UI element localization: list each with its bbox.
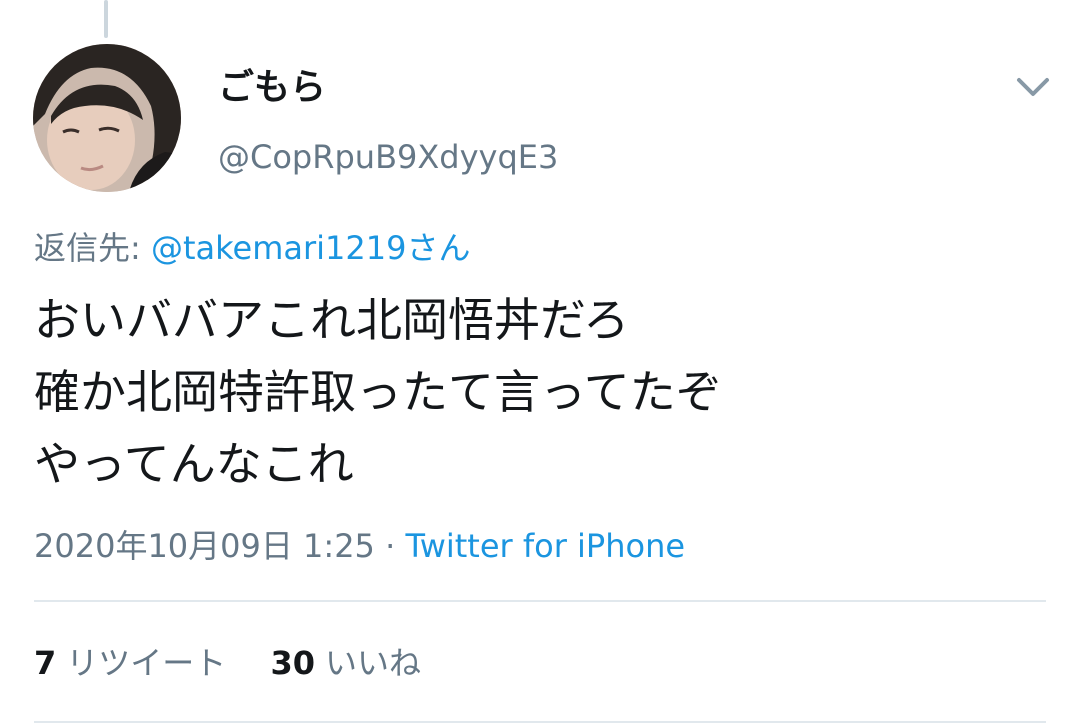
tweet-text-line: 確か北岡特許取ったて言ってたぞ: [34, 365, 722, 419]
retweets-stat[interactable]: 7 リツイート: [34, 641, 226, 685]
likes-stat[interactable]: 30 いいね: [270, 641, 421, 685]
meta-separator: ·: [374, 527, 406, 565]
user-handle[interactable]: @CopRpuB9XdyyqE3: [218, 135, 558, 179]
like-count: 30: [270, 644, 315, 682]
divider: [34, 600, 1046, 602]
like-label: いいね: [324, 644, 421, 682]
tweet-meta: 2020年10月09日 1:25 · Twitter for iPhone: [34, 524, 685, 568]
divider: [34, 721, 1046, 723]
display-name[interactable]: ごもら: [218, 64, 326, 112]
avatar[interactable]: [33, 44, 181, 192]
tweet-source-link[interactable]: Twitter for iPhone: [405, 527, 685, 565]
tweet-stats: 7 リツイート 30 いいね: [34, 641, 421, 685]
reply-prefix: 返信先:: [34, 229, 151, 267]
tweet-body: おいババアこれ北岡悟丼だろ 確か北岡特許取ったて言ってたぞ やってんなこれ: [34, 284, 1044, 500]
tweet-timestamp[interactable]: 2020年10月09日 1:25: [34, 527, 375, 565]
retweet-label: リツイート: [66, 644, 227, 682]
avatar-photo: [33, 44, 181, 192]
chevron-down-icon[interactable]: [1013, 70, 1053, 104]
reply-context: 返信先: @takemari1219さん: [34, 226, 470, 270]
thread-connector-line: [104, 0, 108, 38]
tweet-text-line: おいババアこれ北岡悟丼だろ: [34, 293, 630, 347]
reply-mention-link[interactable]: @takemari1219さん: [151, 229, 471, 267]
tweet-text-line: やってんなこれ: [34, 437, 354, 491]
retweet-count: 7: [34, 644, 57, 682]
